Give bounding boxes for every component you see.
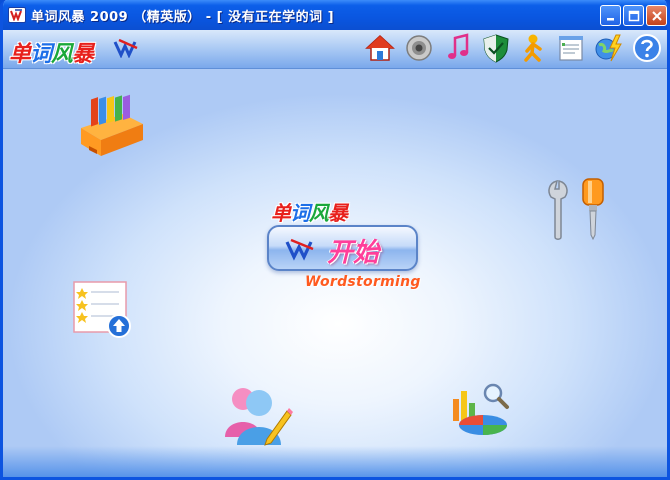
close-button[interactable]: [646, 5, 667, 26]
start-button[interactable]: 开始: [267, 225, 418, 271]
chart-icon[interactable]: [447, 379, 513, 441]
notepad-icon[interactable]: [556, 33, 586, 63]
help-icon[interactable]: [632, 33, 662, 63]
shield-icon[interactable]: [481, 33, 511, 63]
person-icon[interactable]: [518, 33, 548, 63]
bottom-gradient: [3, 446, 667, 477]
logo-mark-icon: [113, 38, 138, 58]
start-logo-mark-icon: [285, 238, 314, 261]
main-area: 单词风暴 开始 Wordstorming: [3, 69, 667, 477]
brand-english: Wordstorming: [305, 274, 421, 290]
tools-icon[interactable]: [543, 177, 609, 243]
minimize-button[interactable]: [600, 5, 621, 26]
start-label: 开始: [327, 238, 380, 268]
app-logo: 单词风暴: [9, 42, 94, 67]
center-logo: 单词风暴: [271, 201, 348, 225]
toolbar: 单词风暴: [3, 30, 667, 69]
users-icon[interactable]: [223, 381, 293, 447]
book-shelf-icon[interactable]: [77, 94, 147, 160]
music-note-icon[interactable]: [443, 33, 473, 63]
speaker-icon[interactable]: [404, 33, 434, 63]
window-title: 单词风暴 2009 （精英版） - [ 没有正在学的词 ]: [31, 10, 335, 25]
app-window: 单词风暴 2009 （精英版） - [ 没有正在学的词 ] 单词风暴 单词风暴 …: [0, 0, 670, 480]
checklist-upload-icon[interactable]: [71, 279, 135, 339]
maximize-button[interactable]: [623, 5, 644, 26]
title-bar[interactable]: 单词风暴 2009 （精英版） - [ 没有正在学的词 ]: [3, 0, 667, 30]
home-icon[interactable]: [365, 33, 395, 63]
app-icon[interactable]: [8, 7, 26, 23]
globe-lightning-icon[interactable]: [594, 33, 624, 63]
